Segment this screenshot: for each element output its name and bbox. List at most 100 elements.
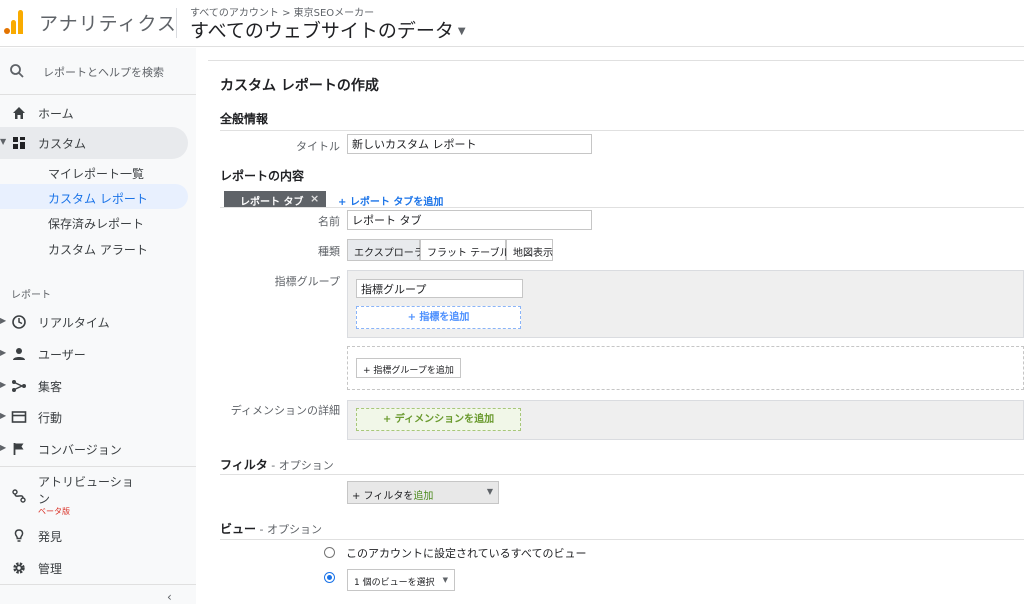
- type-option-label: フラット テーブル: [427, 248, 510, 259]
- sidebar-item-behavior[interactable]: ▶ 行動: [0, 401, 188, 433]
- metric-group-label: 指標グループ: [274, 275, 340, 288]
- sidebar-item-admin[interactable]: 管理: [0, 552, 188, 584]
- sidebar-subitem-label: カスタム レポート: [48, 192, 148, 206]
- dimension-drilldowns-label: ディメンションの詳細: [230, 404, 340, 417]
- home-icon: [13, 107, 25, 119]
- sidebar-item-realtime[interactable]: ▶ リアルタイム: [0, 306, 188, 338]
- general-info-heading: 全般情報: [220, 112, 269, 126]
- section-divider: [220, 207, 1024, 208]
- sidebar-item-label: カスタム: [38, 137, 87, 151]
- sidebar-subitem-saved-reports[interactable]: 保存済みレポート: [0, 209, 188, 234]
- type-map-overlay-button[interactable]: 地図表示: [506, 239, 553, 261]
- expand-down-icon: ▼: [0, 137, 7, 146]
- sidebar-item-label: コンバージョン: [38, 443, 122, 457]
- filter-heading-text: フィルタ: [220, 458, 268, 472]
- app-header: アナリティクス すべてのアカウント > 東京SEOメーカー すべてのウェブサイト…: [0, 0, 1024, 47]
- expand-right-icon: ▶: [0, 443, 7, 452]
- type-option-label: エクスプローラ: [354, 248, 424, 259]
- add-dimension-button[interactable]: + ディメンションを追加: [356, 408, 521, 431]
- sidebar-item-users[interactable]: ▶ ユーザー: [0, 338, 188, 370]
- optional-label: - オプション: [267, 459, 334, 472]
- sidebar-item-discover[interactable]: 発見: [0, 520, 188, 552]
- close-tab-icon[interactable]: ×: [310, 192, 319, 205]
- report-title-input[interactable]: [347, 134, 592, 154]
- search-icon: [10, 64, 24, 78]
- sidebar-divider: [0, 466, 196, 467]
- reports-section-label: レポート: [11, 290, 51, 301]
- type-label: 種類: [318, 245, 340, 258]
- type-explorer-button[interactable]: エクスプローラ: [347, 239, 424, 261]
- all-views-label[interactable]: このアカウントに設定されているすべてのビュー: [346, 545, 586, 561]
- sidebar-item-label: アトリビューショ: [38, 475, 134, 489]
- sidebar-item-label: 発見: [38, 530, 63, 544]
- type-flat-table-button[interactable]: フラット テーブル: [420, 239, 510, 261]
- expand-right-icon: ▶: [0, 380, 7, 389]
- header-divider: [176, 8, 177, 38]
- expand-right-icon: ▶: [0, 348, 7, 357]
- views-heading: ビュー - オプション: [220, 520, 322, 537]
- sidebar-item-home[interactable]: ホーム: [0, 97, 188, 129]
- view-name: すべてのウェブサイトのデータ: [190, 20, 454, 42]
- view-count-label: 1 個のビューを選択: [354, 578, 435, 588]
- sidebar: レポートとヘルプを検索 ホーム ▼ カスタム マイレポート一覧 カスタム レポー…: [0, 48, 196, 604]
- add-filter-button[interactable]: + フィルタを追加 ▼: [347, 481, 499, 504]
- sidebar-subitem-custom-alerts[interactable]: カスタム アラート: [0, 235, 188, 260]
- clock-icon: [12, 315, 26, 329]
- section-divider: [220, 130, 1024, 131]
- title-label: タイトル: [296, 140, 340, 153]
- sidebar-subitem-label: 保存済みレポート: [48, 217, 145, 231]
- app-title[interactable]: アナリティクス: [39, 9, 177, 36]
- sidebar-search[interactable]: レポートとヘルプを検索: [0, 48, 196, 95]
- gear-icon: [13, 562, 25, 574]
- tab-name-input[interactable]: [347, 210, 592, 230]
- section-divider: [220, 539, 1024, 540]
- view-count-select[interactable]: 1 個のビューを選択 ▼: [347, 569, 455, 591]
- sidebar-item-acquisition[interactable]: ▶ 集客: [0, 370, 188, 402]
- sidebar-item-label: ホーム: [38, 107, 74, 121]
- caret-down-icon: ▼: [442, 576, 448, 584]
- tab-name-label: 名前: [318, 215, 340, 228]
- lightbulb-icon: [14, 529, 24, 542]
- type-option-label: 地図表示: [513, 248, 553, 259]
- add-filter-label: + フィルタを: [352, 491, 414, 502]
- view-selector[interactable]: すべてのウェブサイトのデータ ▼: [190, 16, 466, 43]
- metric-group-add-area: + 指標グループを追加: [347, 346, 1024, 390]
- views-heading-text: ビュー: [220, 522, 257, 536]
- search-label: レポートとヘルプを検索: [43, 66, 164, 79]
- dimension-box: + ディメンションを追加: [347, 400, 1024, 440]
- metric-group-name-input[interactable]: [356, 279, 523, 298]
- add-metric-group-button[interactable]: + 指標グループを追加: [356, 358, 461, 378]
- sidebar-item-label: リアルタイム: [38, 316, 110, 330]
- expand-right-icon: ▶: [0, 411, 7, 420]
- sidebar-subitem-custom-reports[interactable]: カスタム レポート: [0, 184, 188, 209]
- add-metric-button[interactable]: + 指標を追加: [356, 306, 521, 329]
- all-views-radio[interactable]: [324, 547, 335, 558]
- metric-group-box: + 指標を追加: [347, 270, 1024, 338]
- analytics-logo-icon[interactable]: [4, 10, 26, 34]
- sidebar-subitem-label: カスタム アラート: [48, 243, 148, 257]
- sidebar-item-conversions[interactable]: ▶ コンバージョン: [0, 433, 188, 465]
- attribution-icon: [12, 489, 26, 503]
- section-divider: [220, 474, 1024, 475]
- optional-label: - オプション: [256, 523, 322, 536]
- add-report-tab-link[interactable]: + レポート タブを追加: [338, 193, 443, 208]
- beta-badge: ベータ版: [38, 507, 70, 516]
- sidebar-item-attribution[interactable]: アトリビューショ ン ベータ版: [0, 473, 188, 516]
- sidebar-subitem-label: マイレポート一覧: [48, 167, 145, 181]
- add-filter-label-suffix: 追加: [413, 491, 434, 502]
- caret-down-icon: ▼: [457, 26, 466, 37]
- report-tab[interactable]: レポート タブ ×: [224, 191, 326, 208]
- sidebar-item-label: 集客: [38, 380, 63, 394]
- sidebar-item-label: 管理: [38, 562, 63, 576]
- sidebar-divider: [0, 584, 196, 585]
- collapse-sidebar-icon[interactable]: ‹: [167, 590, 172, 604]
- sidebar-item-custom[interactable]: ▼ カスタム: [0, 127, 188, 159]
- sidebar-item-label: 行動: [38, 411, 63, 425]
- flag-icon: [13, 443, 24, 455]
- select-views-radio[interactable]: [324, 572, 335, 583]
- person-icon: [13, 348, 25, 360]
- report-editor: カスタム レポートの作成 全般情報 タイトル レポートの内容 レポート タブ ×…: [208, 60, 1024, 604]
- sidebar-subitem-my-reports[interactable]: マイレポート一覧: [0, 159, 188, 184]
- page-title: カスタム レポートの作成: [220, 78, 379, 94]
- expand-right-icon: ▶: [0, 316, 7, 325]
